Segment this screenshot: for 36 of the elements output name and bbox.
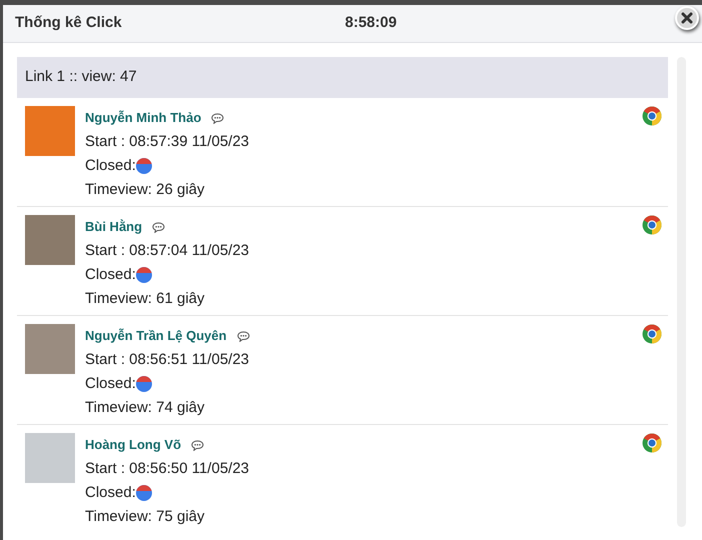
status-dot-icon: [136, 158, 152, 174]
start-time: Start : 08:57:39 11/05/23: [85, 132, 250, 152]
clock-time: 8:58:09: [345, 13, 397, 34]
chat-bubble-icon[interactable]: [191, 440, 204, 450]
user-name-link[interactable]: Bùi Hằng: [85, 215, 142, 239]
dialog-title: Thống kê Click: [15, 13, 123, 34]
avatar-photo-placeholder: [25, 215, 75, 265]
closed-label: Closed:: [85, 483, 136, 503]
user-name-link[interactable]: Nguyễn Minh Thảo: [85, 106, 202, 130]
start-time: Start : 08:57:04 11/05/23: [85, 241, 250, 261]
chat-bubble-icon[interactable]: [152, 222, 166, 232]
status-dot-icon: [136, 485, 152, 501]
start-time: Start : 08:56:51 11/05/23: [85, 350, 250, 370]
timeview-text: Timeview: 61 giây: [85, 289, 206, 309]
browser-icon: [642, 215, 662, 235]
closed-label: Closed:: [85, 265, 136, 285]
avatar-photo-placeholder: [25, 433, 75, 483]
close-icon: [681, 12, 693, 24]
browser-icon: [642, 433, 662, 453]
timeview-text: Timeview: 75 giây: [85, 507, 206, 527]
timeview-text: Timeview: 26 giây: [85, 180, 206, 200]
user-name-link[interactable]: Nguyễn Trần Lệ Quyên: [85, 324, 227, 348]
closed-label: Closed:: [85, 156, 136, 176]
avatar-photo-placeholder: [25, 324, 75, 374]
chat-bubble-icon[interactable]: [236, 330, 250, 342]
closed-label: Closed:: [85, 374, 136, 394]
chat-bubble-icon[interactable]: [211, 112, 224, 124]
status-dot-icon: [136, 376, 152, 392]
start-time: Start : 08:56:50 11/05/23: [85, 459, 250, 479]
user-name-link[interactable]: Hoàng Long Võ: [85, 433, 182, 457]
browser-icon: [642, 106, 662, 126]
avatar-photo-placeholder: [25, 106, 75, 156]
status-dot-icon: [136, 267, 152, 283]
browser-icon: [642, 324, 662, 344]
timeview-text: Timeview: 74 giây: [85, 398, 206, 418]
link-header: Link 1 :: view: 47: [17, 57, 668, 98]
